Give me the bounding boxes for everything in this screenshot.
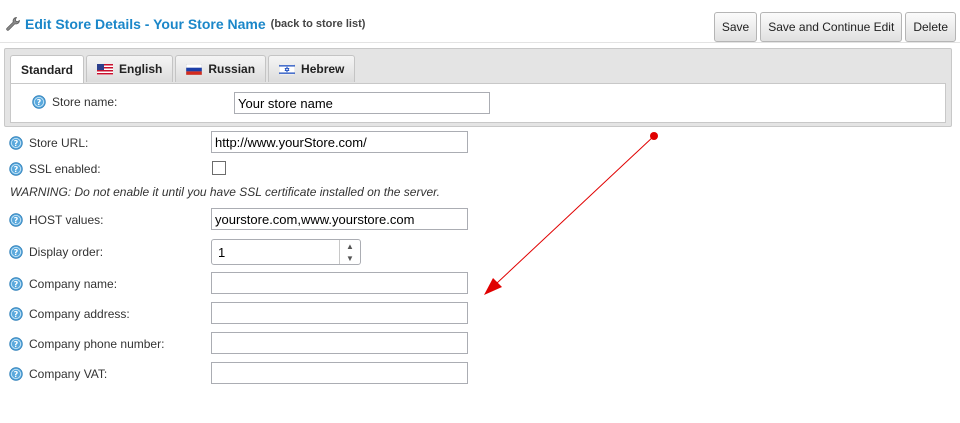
tab-standard[interactable]: Standard [10, 55, 85, 84]
page-header: Edit Store Details - Your Store Name (ba… [0, 0, 960, 44]
svg-text:?: ? [14, 370, 19, 379]
save-button[interactable]: Save [713, 12, 758, 42]
ru-flag-icon [186, 63, 203, 75]
svg-text:?: ? [14, 340, 19, 349]
delete-button[interactable]: Delete [905, 12, 956, 42]
help-icon[interactable]: ? [32, 95, 46, 109]
toolbar: Save Save and Continue Edit Delete [713, 12, 956, 42]
help-icon[interactable]: ? [9, 162, 23, 176]
il-flag-icon [279, 63, 296, 75]
store-url-input[interactable] [211, 131, 468, 153]
company-vat-input[interactable] [211, 362, 468, 384]
company-vat-label: Company VAT: [29, 367, 108, 381]
host-label: HOST values: [29, 213, 104, 227]
arrow-origin-dot [650, 132, 658, 140]
stepper-buttons: ▲ ▼ [339, 240, 360, 264]
svg-text:?: ? [14, 139, 19, 148]
help-icon[interactable]: ? [9, 277, 23, 291]
tab-hebrew[interactable]: Hebrew [268, 55, 356, 82]
store-name-row: ? Store name: [32, 95, 117, 109]
store-url-label: Store URL: [29, 136, 89, 150]
display-order-value: 1 [218, 245, 226, 260]
display-order-stepper[interactable]: 1 ▲ ▼ [211, 239, 361, 265]
title-area: Edit Store Details - Your Store Name (ba… [5, 16, 365, 32]
ssl-warning-text: WARNING: Do not enable it until you have… [10, 185, 440, 199]
store-url-row: ? Store URL: [9, 136, 88, 150]
tab-label: English [119, 62, 163, 76]
company-name-row: ? Company name: [9, 277, 117, 291]
host-input[interactable] [211, 208, 468, 230]
localization-tabs-panel: Standard English Russian Hebrew ? Store … [4, 48, 952, 127]
company-phone-label: Company phone number: [29, 337, 165, 351]
stepper-down-icon[interactable]: ▼ [340, 252, 360, 264]
company-address-input[interactable] [211, 302, 468, 324]
store-name-label: Store name: [52, 95, 118, 109]
svg-text:?: ? [14, 280, 19, 289]
company-name-label: Company name: [29, 277, 118, 291]
help-icon[interactable]: ? [9, 136, 23, 150]
tab-english[interactable]: English [86, 55, 174, 82]
tab-content-standard: ? Store name: [10, 83, 946, 123]
save-continue-button[interactable]: Save and Continue Edit [760, 12, 903, 42]
svg-text:?: ? [14, 165, 19, 174]
svg-text:?: ? [14, 310, 19, 319]
company-address-row: ? Company address: [9, 307, 130, 321]
page-title: Edit Store Details - Your Store Name [25, 16, 266, 32]
back-to-store-list-link[interactable]: (back to store list) [271, 18, 366, 30]
tab-strip: Standard English Russian Hebrew [10, 55, 356, 84]
tab-label: Standard [21, 63, 74, 77]
store-name-input[interactable] [234, 92, 490, 114]
wrench-icon [6, 17, 20, 31]
company-phone-input[interactable] [211, 332, 468, 354]
company-name-input[interactable] [211, 272, 468, 294]
display-order-label: Display order: [29, 245, 104, 259]
company-vat-row: ? Company VAT: [9, 367, 107, 381]
host-row: ? HOST values: [9, 213, 103, 227]
arrow-line [496, 135, 655, 284]
ssl-label: SSL enabled: [29, 162, 101, 176]
arrow-head [484, 278, 502, 295]
ssl-row: ? SSL enabled: [9, 162, 101, 176]
help-icon[interactable]: ? [9, 307, 23, 321]
display-order-row: ? Display order: [9, 245, 103, 259]
help-icon[interactable]: ? [9, 367, 23, 381]
help-icon[interactable]: ? [9, 245, 23, 259]
svg-text:?: ? [37, 98, 42, 107]
ssl-checkbox[interactable] [212, 161, 226, 175]
svg-text:?: ? [14, 216, 19, 225]
tab-label: Hebrew [301, 62, 345, 76]
company-phone-row: ? Company phone number: [9, 337, 164, 351]
company-address-label: Company address: [29, 307, 130, 321]
stepper-up-icon[interactable]: ▲ [340, 240, 360, 252]
svg-text:?: ? [14, 248, 19, 257]
help-icon[interactable]: ? [9, 213, 23, 227]
tab-label: Russian [208, 62, 256, 76]
help-icon[interactable]: ? [9, 337, 23, 351]
tab-russian[interactable]: Russian [175, 55, 267, 82]
us-flag-icon [97, 63, 114, 75]
header-divider [0, 42, 960, 43]
